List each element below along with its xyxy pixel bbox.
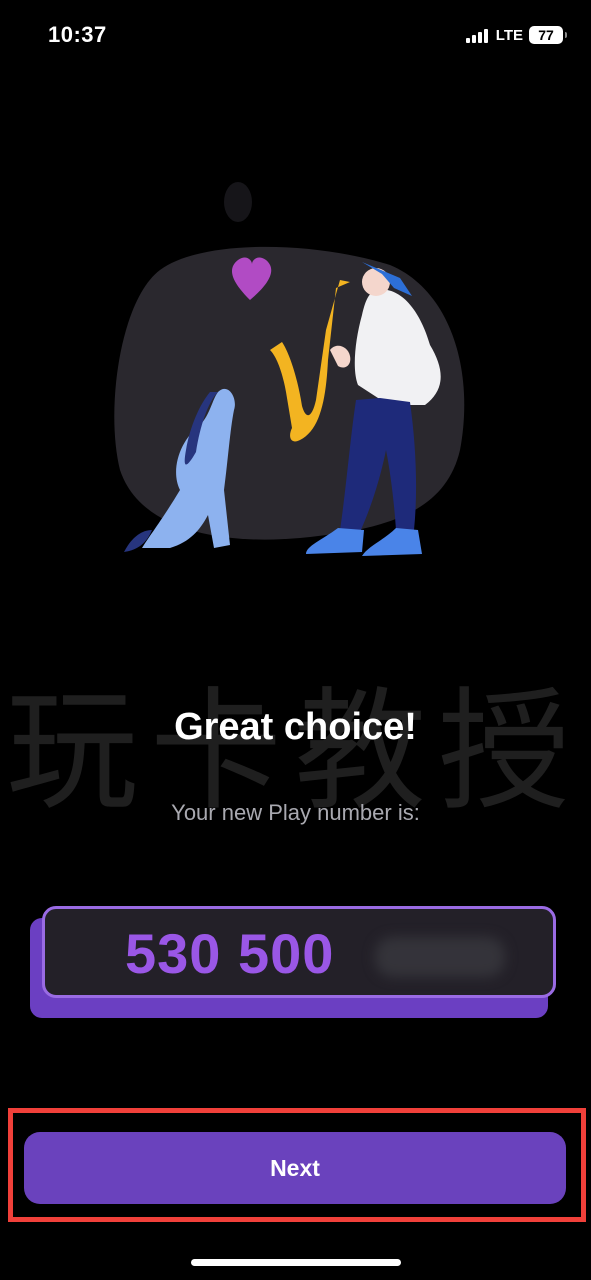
next-button[interactable]: Next: [24, 1132, 566, 1204]
battery-icon: 77: [529, 26, 567, 44]
saxophone-dog-illustration: [114, 182, 465, 556]
page-title: Great choice!: [174, 706, 417, 748]
redacted-digits: [375, 937, 505, 977]
status-time: 10:37: [48, 22, 107, 47]
home-indicator: [191, 1259, 401, 1266]
status-bar: 10:37 LTE 77: [0, 0, 591, 76]
signal-icon: [465, 27, 488, 43]
network-type: LTE: [495, 26, 523, 44]
status-indicators: LTE 77: [465, 26, 567, 44]
faint-shape: [224, 182, 252, 222]
play-number: 530 500: [125, 922, 335, 985]
page-subtitle: Your new Play number is:: [171, 800, 420, 825]
play-number-card: 530 500: [42, 906, 556, 998]
